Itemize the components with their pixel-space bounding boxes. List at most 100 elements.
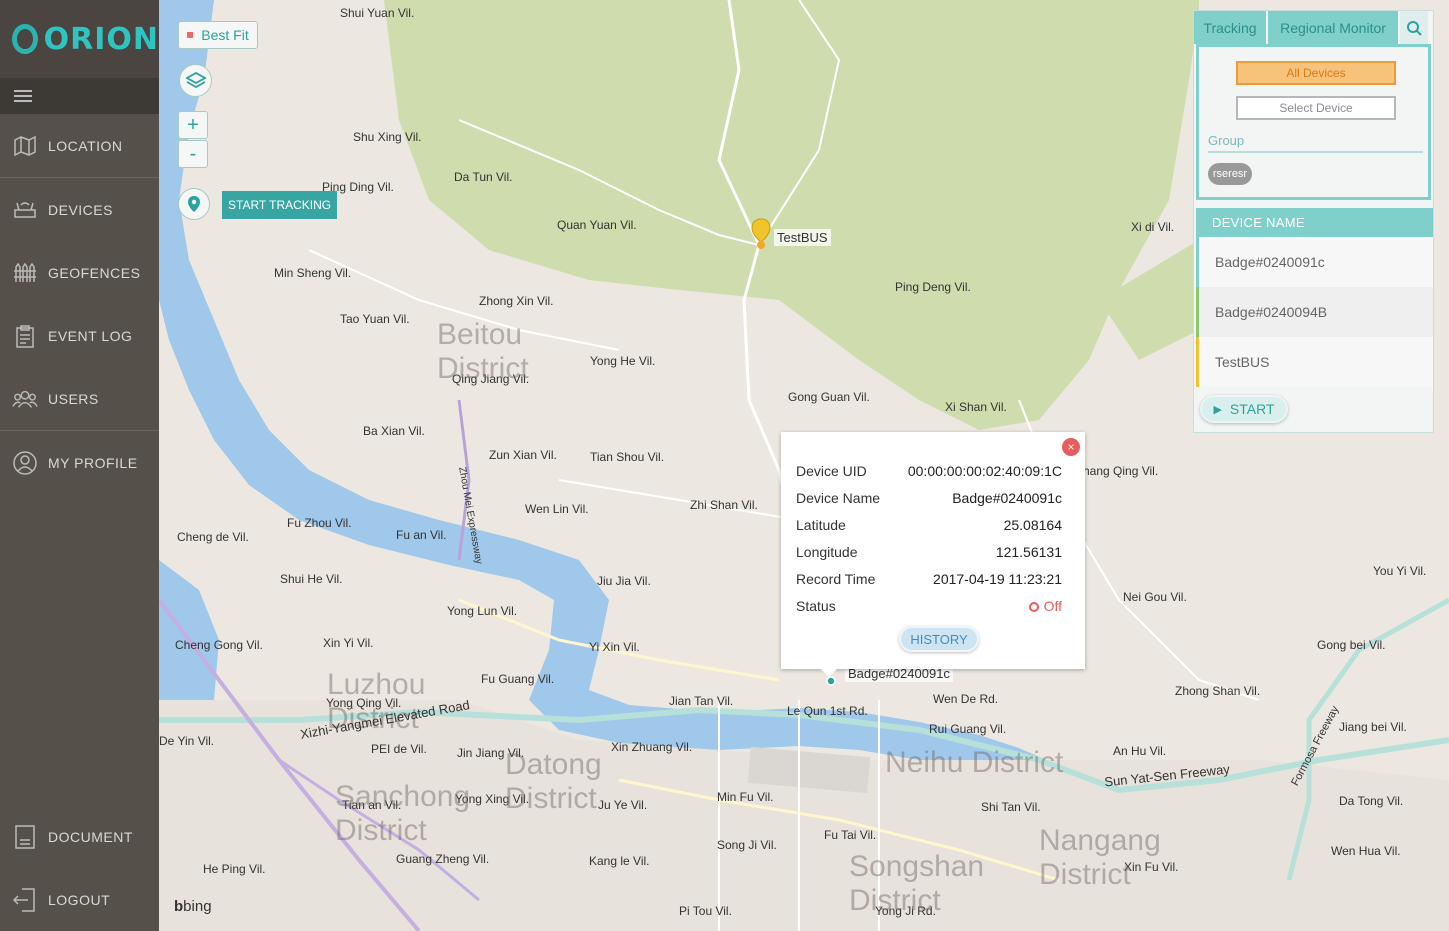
zoom-out-button[interactable]: - [178,140,208,168]
nav-document-label: DOCUMENT [48,828,133,845]
map-label: Ba Xian Vil. [363,424,425,438]
map-label: Tao Yuan Vil. [340,312,410,326]
logo-mark [12,24,38,54]
map-label: Zhi Shan Vil. [690,498,758,512]
map-label: Xi di Vil. [1131,220,1175,234]
map-label: Min Sheng Vil. [274,266,352,280]
layers-button[interactable] [179,64,212,97]
user-icon [12,450,38,476]
group-chip[interactable]: rseresr [1208,163,1252,185]
popup-key: Latitude [796,517,846,533]
device-list-item[interactable]: Badge#0240091c [1196,237,1433,287]
device-list-item[interactable]: TestBUS [1196,337,1433,387]
district-label: Neihu District [885,746,1064,779]
map-label: Tian Shou Vil. [590,450,665,464]
device-list-item[interactable]: Badge#0240094B [1196,287,1433,337]
history-button[interactable]: HISTORY [899,626,979,652]
start-tracking-button[interactable] [178,188,210,220]
map-label: Fu Zhou Vil. [287,516,352,530]
popup-value: 00:00:00:00:02:40:09:1C [907,463,1062,479]
popup-key: Record Time [796,571,876,587]
district-label: Songshan District [849,850,985,917]
map-label: Jiang bei Vil. [1339,720,1407,734]
start-button[interactable]: ▶ START [1200,395,1288,423]
best-fit-label: Best Fit [201,27,249,43]
nav-my-profile[interactable]: MY PROFILE [0,431,159,494]
popup-row-status: Status Off [796,598,1062,614]
map-label: Fu an Vil. [396,528,447,542]
map-canvas[interactable]: Shui Yuan Vil. Shu Xing Vil. Ping Ding V… [159,0,1449,931]
nav-geofences-label: GEOFENCES [48,264,141,281]
panel-search-button[interactable] [1400,11,1428,44]
popup-row-uid: Device UID 00:00:00:00:02:40:09:1C [796,463,1062,479]
nav-document[interactable]: DOCUMENT [0,805,159,868]
panel-tabs: Tracking Regional Monitor [1194,11,1433,44]
nav-geofences[interactable]: GEOFENCES [0,241,159,304]
nav-location-label: LOCATION [48,137,123,154]
all-devices-button[interactable]: All Devices [1236,61,1396,85]
map-label: Fu Tai Vil. [824,828,877,842]
logout-icon [12,887,38,913]
district-label: Datong District [505,748,602,815]
popup-key: Device UID [796,463,867,479]
menu-toggle[interactable] [0,78,159,114]
map-label: Da Tong Vil. [1339,794,1404,808]
tab-regional-monitor[interactable]: Regional Monitor [1268,11,1398,44]
device-info-popup: × Device UID 00:00:00:00:02:40:09:1C Dev… [781,432,1085,677]
bing-label: bing [183,898,212,915]
testbus-marker-icon[interactable] [751,218,771,250]
layers-icon [185,71,206,88]
map-label: Da Tun Vil. [454,170,513,184]
best-fit-icon [187,32,194,38]
popup-row-name: Device Name Badge#0240091c [796,490,1062,506]
map-label: De Yin Vil. [159,734,215,748]
status-value: Off [1043,598,1062,614]
district-label: Beitou District [437,318,529,385]
sidebar-bottom: DOCUMENT LOGOUT [0,805,159,931]
logo-text: ORION [43,21,159,57]
nav-logout-label: LOGOUT [48,891,111,908]
map-label: Yong Lun Vil. [447,604,518,618]
map-label: Ping Deng Vil. [895,280,971,294]
map-label: Wen Hua Vil. [1331,844,1401,858]
nav-users[interactable]: USERS [0,367,159,430]
map-label: Min Fu Vil. [717,790,774,804]
map-label: Yi Xin Vil. [589,640,640,654]
popup-row-latitude: Latitude 25.08164 [796,517,1062,533]
nav-event-log[interactable]: EVENT LOG [0,304,159,367]
map-label: Gong Guan Vil. [788,390,870,404]
map-label: Zhong Xin Vil. [479,294,554,308]
zoom-in-button[interactable]: + [178,111,208,139]
map-label: Yong He Vil. [590,354,656,368]
select-device-button[interactable]: Select Device [1236,96,1396,120]
clipboard-icon [12,323,38,349]
nav-event-log-label: EVENT LOG [48,327,133,344]
popup-tail [821,669,837,677]
map-label: Cheng Gong Vil. [175,638,263,652]
bing-attribution: bbing [174,898,212,915]
district-label: Nangang District [1039,824,1161,891]
popup-row-record-time: Record Time 2017-04-19 11:23:21 [796,571,1062,587]
location-pin-icon [188,196,200,212]
hamburger-icon [14,87,32,105]
map-label: Quan Yuan Vil. [557,218,637,232]
tab-tracking[interactable]: Tracking [1194,11,1266,44]
nav-logout[interactable]: LOGOUT [0,868,159,931]
map-label: Guang Zheng Vil. [396,852,490,866]
map-icon [12,133,38,159]
best-fit-button[interactable]: Best Fit [178,21,258,49]
status-dot-icon [1028,602,1039,612]
bing-logo-icon: b [174,898,184,915]
popup-value: 2017-04-19 11:23:21 [933,571,1062,587]
map-label: Rui Guang Vil. [929,722,1007,736]
map-label: Gong bei Vil. [1317,638,1386,652]
start-button-label: START [1229,401,1275,417]
logo[interactable]: ORION [0,0,159,78]
nav-location[interactable]: LOCATION [0,114,159,177]
nav-devices[interactable]: DEVICES [0,178,159,241]
device-filter: All Devices Select Device Group rseresr [1196,44,1431,200]
group-divider [1208,151,1423,153]
popup-close-icon[interactable]: × [1062,438,1080,456]
map-label: An Hu Vil. [1113,744,1167,758]
map-label: Wen De Rd. [933,692,999,706]
